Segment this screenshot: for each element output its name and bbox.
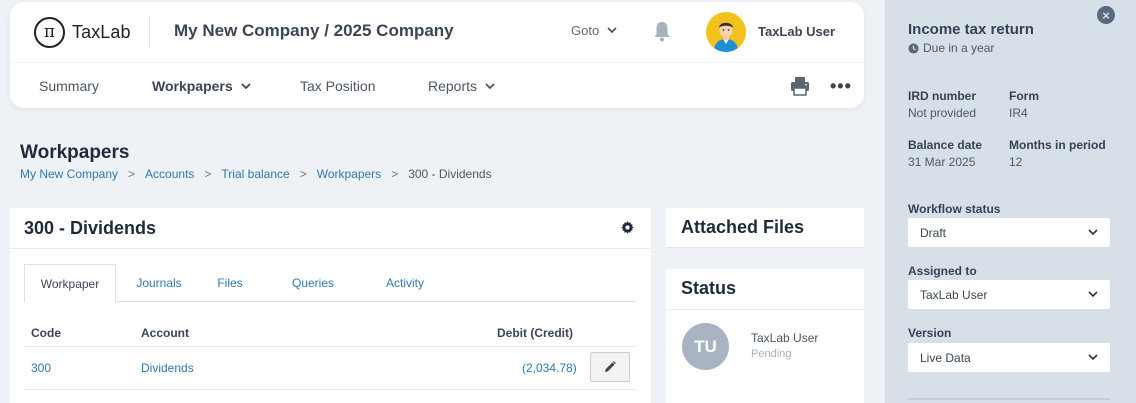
months-in-period-value: 12 — [1009, 155, 1023, 169]
chevron-down-icon — [1088, 291, 1098, 298]
column-header-account[interactable]: Account — [141, 326, 189, 340]
status-user-avatar: TU — [682, 323, 729, 370]
breadcrumb-separator: > — [128, 167, 136, 181]
assigned-to-label: Assigned to — [908, 264, 977, 278]
nav-workpapers[interactable]: Workpapers — [152, 78, 251, 94]
workflow-status-value: Draft — [920, 225, 947, 240]
breadcrumb-separator: > — [204, 167, 212, 181]
more-icon[interactable]: ••• — [830, 76, 852, 97]
tab-workpaper[interactable]: Workpaper — [24, 264, 116, 303]
card-divider — [10, 248, 651, 249]
row-code[interactable]: 300 — [31, 361, 51, 375]
status-divider — [666, 309, 864, 310]
clock-icon — [908, 42, 919, 54]
top-header: π TaxLab My New Company / 2025 Company G… — [10, 2, 864, 108]
column-header-code[interactable]: Code — [31, 326, 61, 340]
chevron-down-icon — [1088, 229, 1098, 236]
months-in-period-label: Months in period — [1009, 138, 1106, 152]
table-header-divider — [24, 346, 636, 347]
goto-label: Goto — [571, 23, 600, 38]
logo-text: TaxLab — [72, 21, 131, 42]
nav-workpapers-label: Workpapers — [152, 78, 233, 94]
nav-reports[interactable]: Reports — [428, 78, 495, 94]
logo-pi-icon: π — [34, 16, 65, 48]
chevron-down-icon — [241, 82, 251, 89]
breadcrumb-trial-balance[interactable]: Trial balance — [221, 167, 289, 181]
attached-files-title: Attached Files — [681, 217, 805, 237]
gear-icon[interactable] — [621, 221, 634, 234]
nav-summary[interactable]: Summary — [39, 78, 99, 94]
version-value: Live Data — [920, 350, 971, 365]
version-select[interactable]: Live Data — [908, 343, 1110, 372]
form-value: IR4 — [1009, 106, 1028, 120]
breadcrumb-separator: > — [391, 167, 399, 181]
nav-tax-position[interactable]: Tax Position — [300, 78, 375, 94]
workpaper-card: 300 - Dividends Workpaper Journals Files… — [10, 208, 651, 403]
breadcrumb-separator: > — [299, 167, 307, 181]
bell-icon[interactable] — [652, 20, 672, 42]
status-user-name: TaxLab User — [751, 331, 819, 345]
balance-date-value: 31 Mar 2025 — [908, 155, 976, 169]
ird-number-label: IRD number — [908, 89, 977, 103]
breadcrumb-accounts[interactable]: Accounts — [145, 167, 194, 181]
company-title: My New Company / 2025 Company — [174, 21, 454, 40]
main-nav: Summary Workpapers Tax Position Reports … — [10, 63, 864, 108]
breadcrumb-company[interactable]: My New Company — [20, 167, 118, 181]
panel-due-text: Due in a year — [923, 41, 995, 55]
status-state: Pending — [751, 348, 792, 360]
status-title: Status — [681, 278, 737, 298]
version-label: Version — [908, 326, 952, 340]
chevron-down-icon — [607, 27, 617, 34]
user-avatar[interactable] — [706, 12, 746, 52]
workflow-status-select[interactable]: Draft — [908, 218, 1110, 247]
breadcrumb: My New Company > Accounts > Trial balanc… — [20, 167, 492, 181]
tab-journals[interactable]: Journals — [128, 264, 190, 302]
row-amount[interactable]: (2,034.78) — [522, 361, 577, 375]
assigned-to-select[interactable]: TaxLab User — [908, 280, 1110, 309]
balance-date-label: Balance date — [908, 138, 983, 152]
user-avatar-illustration — [714, 22, 738, 52]
chevron-down-icon — [485, 82, 495, 89]
table-row-divider — [24, 389, 636, 390]
attached-files-card: Attached Files — [666, 208, 864, 248]
status-card: Status TU TaxLab User Pending — [666, 269, 864, 403]
row-account[interactable]: Dividends — [141, 361, 194, 375]
user-name[interactable]: TaxLab User — [758, 24, 835, 39]
panel-title: Income tax return — [908, 21, 1034, 38]
panel-due: Due in a year — [908, 41, 994, 55]
header-divider — [149, 16, 150, 48]
workpaper-title: 300 - Dividends — [24, 218, 157, 238]
workpaper-tabs: Workpaper Journals Files Queries Activit… — [24, 264, 636, 303]
printer-icon[interactable] — [790, 76, 810, 96]
panel-divider — [908, 398, 1110, 400]
edit-row-button[interactable] — [590, 352, 630, 382]
form-label: Form — [1009, 89, 1039, 103]
income-tax-return-panel: × Income tax return Due in a year IRD nu… — [885, 0, 1136, 403]
nav-reports-label: Reports — [428, 78, 478, 94]
chevron-down-icon — [1088, 354, 1098, 361]
nav-tax-position-label: Tax Position — [300, 78, 376, 94]
tab-queries[interactable]: Queries — [286, 264, 340, 302]
column-header-debit-credit[interactable]: Debit (Credit) — [497, 326, 573, 340]
close-icon[interactable]: × — [1097, 6, 1115, 24]
breadcrumb-workpapers[interactable]: Workpapers — [317, 167, 381, 181]
breadcrumb-current: 300 - Dividends — [408, 167, 492, 181]
tab-activity[interactable]: Activity — [374, 264, 436, 302]
goto-dropdown[interactable]: Goto — [571, 23, 617, 38]
nav-summary-label: Summary — [39, 78, 99, 94]
ird-number-value: Not provided — [908, 106, 977, 120]
taxlab-logo[interactable]: π TaxLab — [34, 16, 131, 48]
pencil-icon — [605, 361, 616, 372]
tab-files[interactable]: Files — [210, 264, 250, 302]
workflow-status-label: Workflow status — [908, 202, 1001, 216]
assigned-to-value: TaxLab User — [920, 287, 988, 302]
page-title: Workpapers — [20, 142, 130, 163]
